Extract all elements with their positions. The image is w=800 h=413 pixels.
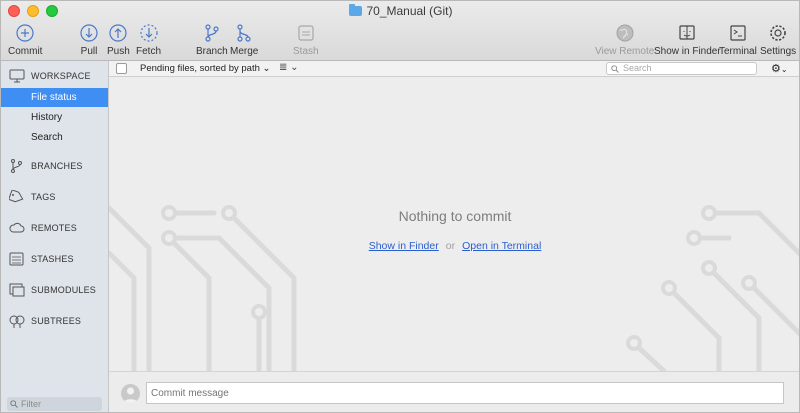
merge-icon: [237, 24, 251, 42]
chevron-down-icon: ⌄: [290, 62, 299, 73]
workspace-label: WORKSPACE: [31, 71, 91, 81]
search-placeholder: Search: [623, 63, 652, 73]
branches-label: BRANCHES: [31, 161, 83, 171]
push-label: Push: [107, 46, 130, 57]
sidebar-section-stashes[interactable]: STASHES: [9, 252, 74, 266]
submodules-icon: [9, 283, 25, 297]
select-all-checkbox[interactable]: [116, 63, 127, 74]
list-icon: ≣: [279, 62, 288, 73]
pending-files-dropdown[interactable]: Pending files, sorted by path ⌄: [140, 63, 271, 74]
fetch-button[interactable]: Fetch: [136, 23, 161, 57]
sidebar-section-subtrees[interactable]: SUBTREES: [9, 314, 81, 328]
branch-button[interactable]: Branch: [196, 23, 228, 57]
sidebar: WORKSPACE File status History Search BRA…: [1, 61, 109, 412]
pull-button[interactable]: Pull: [79, 23, 99, 57]
cloud-icon: [9, 222, 25, 233]
avatar: [121, 384, 140, 403]
open-in-terminal-link[interactable]: Open in Terminal: [462, 240, 541, 252]
arrow-up-circle-icon: [109, 24, 127, 42]
commit-label: Commit: [8, 46, 43, 57]
arrow-down-circle-icon: [80, 24, 98, 42]
sidebar-section-submodules[interactable]: SUBMODULES: [9, 283, 96, 297]
circuit-background-art: [109, 205, 799, 371]
subtrees-label: SUBTREES: [31, 316, 82, 326]
monitor-icon: [9, 69, 25, 83]
terminal-icon: [730, 25, 746, 41]
filter-placeholder: Filter: [21, 399, 41, 409]
pending-files-label: Pending files, sorted by path: [140, 63, 260, 74]
chevron-down-icon: ⌄: [780, 65, 788, 74]
window-title-text: 70_Manual (Git): [366, 4, 453, 18]
search-icon: [611, 65, 619, 73]
settings-label: Settings: [760, 46, 797, 57]
subtrees-icon: [9, 315, 25, 328]
show-in-finder-link[interactable]: Show in Finder: [369, 240, 439, 252]
branch-icon: [205, 24, 219, 42]
stash-icon: [9, 252, 24, 266]
chevron-down-icon: ⌄: [262, 63, 271, 74]
merge-label: Merge: [230, 46, 259, 57]
sidebar-item-history[interactable]: History: [1, 108, 108, 127]
terminal-button[interactable]: Terminal: [719, 23, 757, 57]
fetch-icon: [139, 24, 158, 42]
commit-button[interactable]: Commit: [8, 23, 42, 57]
sidebar-section-branches[interactable]: BRANCHES: [9, 159, 83, 173]
sidebar-item-label: History: [31, 112, 63, 123]
search-icon: [10, 400, 18, 408]
sidebar-item-label: File status: [31, 92, 77, 103]
sidebar-section-workspace[interactable]: WORKSPACE: [9, 69, 91, 83]
sidebar-item-label: Search: [31, 132, 63, 143]
empty-state-title: Nothing to commit: [398, 208, 512, 224]
options-menu-button[interactable]: ⚙⌄: [771, 62, 788, 75]
commit-bar: [109, 371, 799, 412]
view-remote-button[interactable]: View Remote: [595, 23, 654, 57]
merge-button[interactable]: Merge: [230, 23, 258, 57]
file-status-pane: Nothing to commit Show in Finder or Open i…: [109, 78, 799, 371]
folder-icon: [349, 4, 363, 16]
submodules-label: SUBMODULES: [31, 285, 97, 295]
sidebar-item-file-status[interactable]: File status: [1, 88, 108, 107]
file-status-header: Pending files, sorted by path ⌄ ≣ ⌄ Sear…: [109, 61, 799, 77]
view-remote-label: View Remote: [595, 46, 655, 57]
show-in-finder-label: Show in Finder: [654, 46, 721, 57]
gear-icon: [770, 25, 786, 41]
tag-icon: [9, 190, 24, 203]
show-in-finder-button[interactable]: Show in Finder: [654, 23, 721, 57]
sidebar-section-tags[interactable]: TAGS: [9, 190, 56, 204]
remotes-label: REMOTES: [31, 223, 77, 233]
sidebar-section-remotes[interactable]: REMOTES: [9, 221, 77, 235]
branch-icon: [11, 159, 22, 173]
window-title: 70_Manual (Git): [1, 4, 799, 18]
terminal-label: Terminal: [719, 46, 757, 57]
finder-icon: [679, 25, 695, 40]
stash-label: Stash: [293, 46, 319, 57]
stash-button[interactable]: Stash: [293, 23, 319, 57]
file-search-input[interactable]: Search: [606, 62, 757, 75]
fetch-label: Fetch: [136, 46, 162, 57]
pull-label: Pull: [80, 46, 98, 57]
stash-icon: [298, 25, 314, 41]
toolbar: 70_Manual (Git) Commit Pull Push Fetch B…: [1, 1, 799, 61]
commit-message-input[interactable]: [146, 382, 784, 404]
user-icon: [123, 387, 138, 403]
branch-label: Branch: [196, 46, 228, 57]
settings-button[interactable]: Settings: [760, 23, 796, 57]
push-button[interactable]: Push: [107, 23, 130, 57]
plus-circle-icon: [16, 24, 34, 42]
sidebar-item-search[interactable]: Search: [1, 128, 108, 147]
stashes-label: STASHES: [31, 254, 74, 264]
gear-icon: ⚙: [771, 63, 781, 75]
app-window: 70_Manual (Git) Commit Pull Push Fetch B…: [0, 0, 800, 413]
tags-label: TAGS: [31, 192, 56, 202]
view-mode-dropdown[interactable]: ≣ ⌄: [279, 62, 299, 73]
empty-state-links: Show in Finder or Open in Terminal: [109, 240, 799, 252]
sidebar-filter-input[interactable]: Filter: [7, 397, 102, 411]
globe-icon: [616, 24, 634, 42]
or-text: or: [445, 240, 456, 252]
